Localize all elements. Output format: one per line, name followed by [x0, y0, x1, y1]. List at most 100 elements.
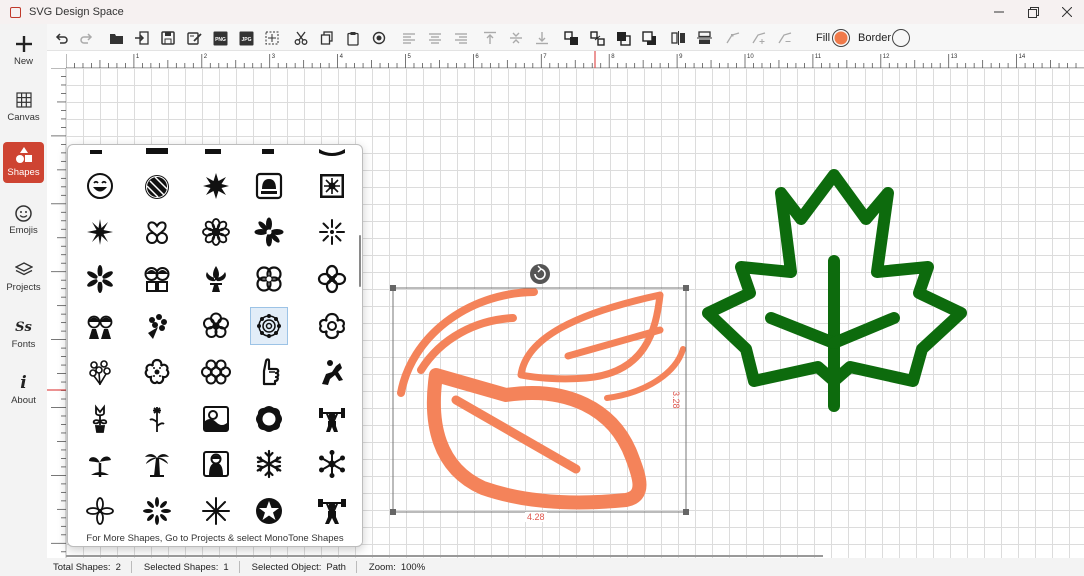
fleur-de-lis-icon	[206, 266, 226, 292]
shape-rounded-flower[interactable]	[313, 307, 351, 345]
shape-hand-pointing[interactable]	[250, 353, 288, 391]
shapes-icon	[15, 144, 33, 166]
group-icon[interactable]	[562, 29, 580, 47]
resize-handle[interactable]	[683, 285, 689, 291]
sidebar-item-fonts[interactable]: Ss Fonts	[3, 316, 44, 358]
fill-color-swatch[interactable]	[830, 27, 852, 49]
node-remove-icon[interactable]	[776, 29, 794, 47]
import-icon[interactable]	[133, 29, 151, 47]
sidebar-item-projects[interactable]: Projects	[3, 259, 44, 301]
bring-to-front-icon[interactable]	[614, 29, 632, 47]
shape-twin-hearts[interactable]	[138, 213, 176, 251]
maximize-button[interactable]	[1016, 0, 1050, 24]
shape-sprout[interactable]	[81, 445, 119, 483]
align-right-icon[interactable]	[452, 29, 470, 47]
selection-width-label: 4.28	[525, 512, 547, 522]
preview-icon[interactable]	[370, 29, 388, 47]
shape-weightlifter-2[interactable]	[313, 492, 351, 530]
export-jpg-icon[interactable]: JPG	[237, 29, 255, 47]
four-petal-flower-icon	[256, 266, 282, 292]
export-png-icon[interactable]: PNG	[211, 29, 229, 47]
shape-weightlifter[interactable]	[313, 400, 351, 438]
sidebar-item-new[interactable]: New	[3, 33, 44, 75]
shape-circle-flower[interactable]	[197, 353, 235, 391]
align-bottom-icon[interactable]	[533, 29, 551, 47]
shape-kid-couple[interactable]	[138, 260, 176, 298]
shape-blossom[interactable]	[138, 353, 176, 391]
redo-icon[interactable]	[78, 29, 96, 47]
shape-snowflake[interactable]	[250, 445, 288, 483]
ungroup-icon[interactable]	[588, 29, 606, 47]
shape-starburst-lines[interactable]	[313, 213, 351, 251]
horizontal-scrollbar[interactable]	[66, 555, 823, 557]
shape-palm-tree[interactable]	[138, 445, 176, 483]
shape-asterisk-flower[interactable]	[81, 260, 119, 298]
shape-four-petal-flower[interactable]	[250, 260, 288, 298]
rotate-handle-icon[interactable]	[530, 264, 550, 284]
align-center-icon[interactable]	[426, 29, 444, 47]
shape-sunburst-square[interactable]	[313, 167, 351, 205]
shape-round-flower[interactable]	[197, 307, 235, 345]
align-top-icon[interactable]	[481, 29, 499, 47]
save-icon[interactable]	[159, 29, 177, 47]
shape-tulip-sprig[interactable]	[81, 400, 119, 438]
tulip-sprig-icon	[92, 404, 108, 433]
shape-propeller[interactable]	[81, 492, 119, 530]
shape-wave-frame[interactable]	[197, 400, 235, 438]
resize-handle[interactable]	[390, 285, 396, 291]
leaves-shape[interactable]	[397, 288, 686, 510]
shapes-panel-footer: For More Shapes, Go to Projects & select…	[68, 533, 362, 544]
select-all-icon[interactable]	[263, 29, 281, 47]
cut-icon[interactable]	[292, 29, 310, 47]
align-left-icon[interactable]	[400, 29, 418, 47]
shape-snowflake-ornate[interactable]	[313, 445, 351, 483]
shape-flower-bunch[interactable]	[81, 353, 119, 391]
rider-icon	[322, 360, 343, 385]
sparkle-stem-icon	[149, 407, 165, 432]
shape-eight-point-star[interactable]	[197, 167, 235, 205]
node-add-icon[interactable]	[750, 29, 768, 47]
save-as-icon[interactable]	[185, 29, 203, 47]
ruler-label: 13	[951, 54, 958, 60]
shape-star-badge[interactable]	[250, 492, 288, 530]
flip-horizontal-icon[interactable]	[669, 29, 687, 47]
shape-sparkle-stem[interactable]	[138, 400, 176, 438]
shape-pinwheel-flower[interactable]	[250, 213, 288, 251]
sidebar-item-emojis[interactable]: Emojis	[3, 202, 44, 244]
shape-rider[interactable]	[313, 353, 351, 391]
maple-leaf-shape[interactable]	[702, 169, 967, 412]
shape-photo-frame[interactable]	[250, 167, 288, 205]
send-to-back-icon[interactable]	[640, 29, 658, 47]
align-middle-icon[interactable]	[507, 29, 525, 47]
panel-scrollbar[interactable]	[359, 235, 361, 287]
undo-icon[interactable]	[52, 29, 70, 47]
shape-smiley-face[interactable]	[81, 167, 119, 205]
shape-clover-flower[interactable]	[313, 260, 351, 298]
shape-flower-bouquet[interactable]	[138, 307, 176, 345]
shape-fleur-de-lis[interactable]	[197, 260, 235, 298]
shape-star-burst[interactable]	[138, 492, 176, 530]
border-color-swatch[interactable]	[890, 27, 912, 49]
flip-vertical-icon[interactable]	[695, 29, 713, 47]
status-zoom: Zoom: 100%	[368, 561, 426, 573]
open-folder-icon[interactable]	[107, 29, 125, 47]
copy-icon[interactable]	[318, 29, 336, 47]
shape-pumpkin[interactable]	[138, 167, 176, 205]
shape-two-girls[interactable]	[81, 307, 119, 345]
shape-girl-portrait[interactable]	[197, 445, 235, 483]
shape-scalloped-ring[interactable]	[250, 400, 288, 438]
shape-daisy[interactable]	[197, 213, 235, 251]
node-edit-icon[interactable]	[724, 29, 742, 47]
close-button[interactable]	[1050, 0, 1084, 24]
shape-asterisk-star[interactable]	[197, 492, 235, 530]
paste-icon[interactable]	[344, 29, 362, 47]
shape-spiky-star[interactable]	[81, 213, 119, 251]
sunburst-square-icon	[320, 174, 344, 198]
minimize-button[interactable]	[982, 0, 1016, 24]
shape-ornate-flower[interactable]	[250, 307, 288, 345]
sidebar-item-about[interactable]: i About	[3, 372, 44, 414]
resize-handle[interactable]	[683, 509, 689, 515]
resize-handle[interactable]	[390, 509, 396, 515]
sidebar-item-canvas[interactable]: Canvas	[3, 89, 44, 131]
sidebar-item-shapes[interactable]: Shapes	[3, 142, 44, 183]
